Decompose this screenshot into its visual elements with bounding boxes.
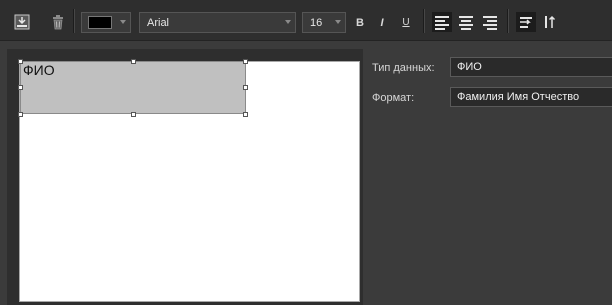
resize-handle-se[interactable] bbox=[243, 112, 248, 117]
data-type-field[interactable]: ФИО bbox=[450, 57, 612, 77]
color-swatch-icon bbox=[88, 16, 112, 29]
align-center-icon[interactable] bbox=[456, 12, 476, 32]
align-right-icon[interactable] bbox=[480, 12, 500, 32]
italic-button[interactable]: I bbox=[374, 13, 390, 33]
font-size-value: 16 bbox=[310, 16, 323, 29]
chevron-down-icon bbox=[285, 20, 291, 24]
format-field[interactable]: Фамилия Имя Отчество bbox=[450, 87, 612, 107]
font-family-select[interactable]: Arial bbox=[139, 12, 296, 33]
resize-handle-nw[interactable] bbox=[18, 59, 23, 64]
color-picker[interactable] bbox=[81, 12, 131, 33]
text-field-element[interactable]: ФИО bbox=[20, 61, 246, 114]
resize-handle-ne[interactable] bbox=[243, 59, 248, 64]
properties-panel: Тип данных: ФИО Формат: Фамилия Имя Отче… bbox=[366, 49, 612, 305]
chevron-down-icon bbox=[120, 20, 126, 24]
format-label: Формат: bbox=[372, 92, 415, 104]
resize-handle-s[interactable] bbox=[131, 112, 136, 117]
field-text: ФИО bbox=[23, 62, 55, 78]
resize-handle-n[interactable] bbox=[131, 59, 136, 64]
separator bbox=[507, 9, 509, 33]
resize-handle-e[interactable] bbox=[243, 85, 248, 90]
text-wrap-icon[interactable] bbox=[516, 12, 536, 32]
align-left-icon[interactable] bbox=[432, 12, 452, 32]
trash-icon[interactable] bbox=[48, 12, 68, 32]
font-family-value: Arial bbox=[147, 16, 170, 29]
font-size-select[interactable]: 16 bbox=[302, 12, 346, 33]
toolbar: Arial 16 B I U bbox=[0, 0, 612, 41]
text-direction-icon[interactable] bbox=[540, 12, 560, 32]
data-type-label: Тип данных: bbox=[372, 62, 435, 74]
resize-handle-sw[interactable] bbox=[18, 112, 23, 117]
separator bbox=[73, 9, 75, 33]
underline-button[interactable]: U bbox=[398, 13, 414, 33]
bold-button[interactable]: B bbox=[352, 13, 368, 33]
resize-handle-w[interactable] bbox=[18, 85, 23, 90]
insert-field-icon[interactable] bbox=[12, 12, 32, 32]
separator bbox=[423, 9, 425, 33]
chevron-down-icon bbox=[335, 20, 341, 24]
